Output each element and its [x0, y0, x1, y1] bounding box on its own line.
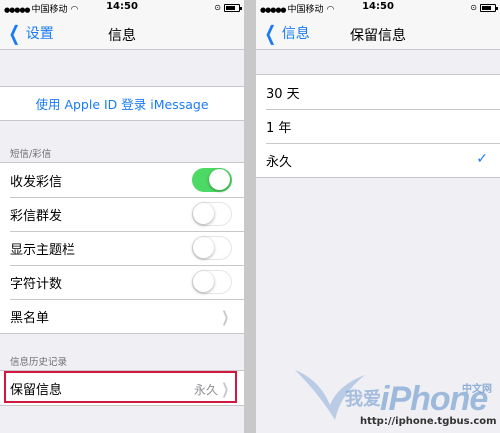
chevron-right-icon: ❯ — [221, 308, 230, 326]
chevron-right-icon: ❯ — [221, 380, 230, 398]
mms-toggle[interactable] — [192, 168, 232, 192]
setting-row-blocked[interactable]: 黑名单 ❯ — [0, 299, 244, 333]
history-settings-group: 保留信息 永久 ❯ — [0, 370, 244, 406]
chevron-left-icon: ❮ — [264, 21, 277, 45]
setting-row-mms: 收发彩信 — [0, 163, 244, 197]
section-header-history: 信息历史记录 — [10, 357, 68, 368]
battery-icon — [480, 3, 498, 12]
chevron-left-icon: ❮ — [8, 21, 21, 45]
keep-duration-options: 30 天 1 年 永久 ✓ — [256, 74, 500, 178]
nav-bar: ❮ 设置 信息 — [0, 16, 244, 50]
option-forever[interactable]: 永久 ✓ — [256, 143, 500, 177]
checkmark-icon: ✓ — [476, 151, 488, 167]
setting-row-keep-messages[interactable]: 保留信息 永久 ❯ — [0, 371, 244, 405]
back-button-label: 设置 — [25, 26, 54, 42]
setting-row-subject-field: 显示主题栏 — [0, 231, 244, 265]
option-label: 30 天 — [266, 86, 300, 102]
setting-row-group-mms: 彩信群发 — [0, 197, 244, 231]
option-label: 1 年 — [266, 120, 292, 136]
status-time: 14:50 — [362, 1, 394, 12]
rotation-lock-icon: ⊙ — [214, 3, 221, 12]
setting-label: 黑名单 — [10, 310, 50, 326]
apple-id-group: 使用 Apple ID 登录 iMessage — [0, 86, 244, 121]
setting-row-character-count: 字符计数 — [0, 265, 244, 299]
back-button-messages[interactable]: ❮ 信息 — [262, 23, 310, 43]
status-time: 14:50 — [106, 1, 138, 12]
battery-icon — [224, 3, 242, 12]
group-mms-toggle[interactable] — [192, 202, 232, 226]
status-bar: ●●●●● 中国移动 ◠ 14:50 ⊙ — [256, 0, 500, 16]
keep-messages-value: 永久 — [193, 383, 218, 397]
back-button-settings[interactable]: ❮ 设置 — [6, 23, 54, 43]
nav-bar: ❮ 信息 保留信息 — [256, 16, 500, 50]
keep-messages-screen: ●●●●● 中国移动 ◠ 14:50 ⊙ ❮ 信息 保留信息 30 天 1 年 永… — [256, 0, 500, 433]
option-30-days[interactable]: 30 天 — [256, 75, 500, 109]
apple-id-login-link[interactable]: 使用 Apple ID 登录 iMessage — [0, 87, 244, 120]
rotation-lock-icon: ⊙ — [470, 3, 477, 12]
character-count-toggle[interactable] — [192, 270, 232, 294]
option-label: 永久 — [266, 154, 293, 170]
option-1-year[interactable]: 1 年 — [256, 109, 500, 143]
status-bar: ●●●●● 中国移动 ◠ 14:50 ⊙ — [0, 0, 244, 16]
section-header-sms: 短信/彩信 — [10, 149, 52, 160]
sms-settings-group: 收发彩信 彩信群发 显示主题栏 字符计数 黑名单 ❯ — [0, 162, 244, 334]
back-button-label: 信息 — [281, 26, 310, 42]
messages-settings-screen: ●●●●● 中国移动 ◠ 14:50 ⊙ ❮ 设置 信息 使用 Apple ID … — [0, 0, 244, 433]
subject-field-toggle[interactable] — [192, 236, 232, 260]
